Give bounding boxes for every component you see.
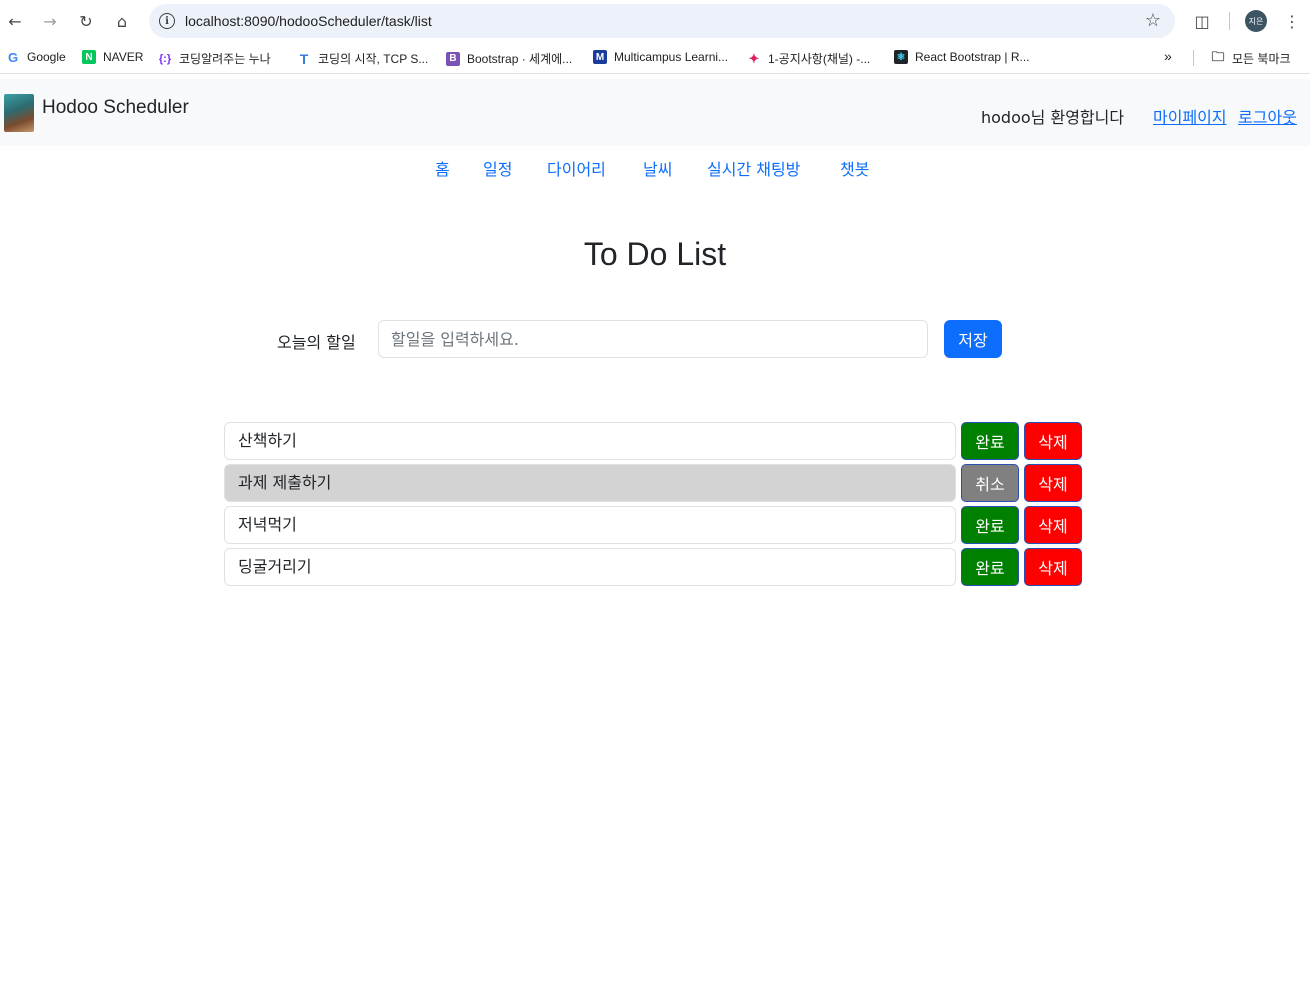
back-icon[interactable]: ← (3, 9, 27, 33)
bookmark-label: 모든 북마크 (1232, 52, 1291, 66)
bookmark-label: 1-공지사항(채널) -... (768, 52, 871, 66)
bookmark-star-icon[interactable]: ☆ (1145, 10, 1161, 31)
complete-button[interactable]: 완료 (961, 548, 1019, 586)
bookmark-multicampus[interactable]: M Multicampus Learni... (593, 50, 728, 64)
task-text: 저녁먹기 (224, 506, 956, 544)
bookmark-label: NAVER (103, 50, 144, 64)
slack-icon: ✦ (748, 50, 760, 66)
bookmarks-divider (1193, 50, 1194, 66)
task-list: 산책하기 완료 삭제 과제 제출하기 취소 삭제 저녁먹기 완료 삭제 딩굴거리… (224, 422, 1082, 590)
browser-chrome: ← → ↻ ⌂ i localhost:8090/hodooScheduler/… (0, 0, 1310, 74)
all-bookmarks-folder[interactable]: 🗀 모든 북마크 (1211, 48, 1291, 67)
task-text-completed: 과제 제출하기 (224, 464, 956, 502)
task-row: 저녁먹기 완료 삭제 (224, 506, 1082, 544)
cancel-button[interactable]: 취소 (961, 464, 1019, 502)
delete-button[interactable]: 삭제 (1024, 422, 1082, 460)
delete-button[interactable]: 삭제 (1024, 548, 1082, 586)
bookmark-label: 코딩의 시작, TCP S... (318, 52, 429, 66)
bookmark-label: React Bootstrap | R... (915, 50, 1030, 64)
bookmark-label: Multicampus Learni... (614, 50, 729, 64)
bookmark-coding-nuna[interactable]: {:} 코딩알려주는 누나 (158, 50, 271, 67)
naver-icon: N (82, 50, 96, 64)
bookmark-naver[interactable]: N NAVER (82, 50, 143, 64)
extensions-icon[interactable]: ◫ (1190, 9, 1214, 33)
brand-logo[interactable] (4, 94, 34, 132)
task-text: 딩굴거리기 (224, 548, 956, 586)
menu-kebab-icon[interactable]: ⋮ (1280, 9, 1304, 33)
bookmark-react-bootstrap[interactable]: ⚛ React Bootstrap | R... (894, 50, 1030, 64)
bookmark-slack-notice[interactable]: ✦ 1-공지사항(채널) -... (747, 50, 871, 67)
browser-toolbar: ← → ↻ ⌂ i localhost:8090/hodooScheduler/… (0, 0, 1310, 42)
logout-link[interactable]: 로그아웃 (1238, 104, 1297, 128)
delete-button[interactable]: 삭제 (1024, 506, 1082, 544)
bookmark-bootstrap[interactable]: B Bootstrap · 세계에... (446, 50, 572, 67)
complete-button[interactable]: 완료 (961, 506, 1019, 544)
code-bracket-icon: {:} (158, 52, 172, 65)
site-header: Hodoo Scheduler hodoo님 환영합니다 마이페이지 로그아웃 (0, 79, 1310, 146)
main-nav: 홈 일정 다이어리 날씨 실시간 채팅방 챗봇 (0, 156, 1310, 180)
site-info-icon[interactable]: i (159, 13, 175, 29)
bookmark-label: Bootstrap · 세계에... (467, 52, 573, 66)
task-input-label: 오늘의 할일 (277, 333, 356, 352)
task-row: 산책하기 완료 삭제 (224, 422, 1082, 460)
save-button[interactable]: 저장 (944, 320, 1002, 358)
google-icon: G (7, 49, 19, 65)
t-letter-icon: T (299, 50, 309, 67)
page-title: To Do List (583, 236, 727, 272)
complete-button[interactable]: 완료 (961, 422, 1019, 460)
bookmark-google[interactable]: G Google (6, 49, 66, 65)
task-input[interactable] (378, 320, 928, 358)
bookmark-tcp-school[interactable]: T 코딩의 시작, TCP S... (297, 50, 429, 67)
bookmark-label: Google (27, 50, 66, 64)
multicampus-icon: M (593, 50, 607, 64)
bookmark-label: 코딩알려주는 누나 (179, 52, 271, 66)
bootstrap-icon: B (446, 51, 460, 66)
welcome-text: hodoo님 환영합니다 (981, 108, 1125, 127)
profile-avatar[interactable]: 지은 (1245, 10, 1267, 32)
forward-icon[interactable]: → (38, 9, 62, 33)
more-bookmarks-icon[interactable]: » (1164, 48, 1172, 64)
task-text: 산책하기 (224, 422, 956, 460)
nav-schedule[interactable]: 일정 (483, 156, 512, 180)
nav-home[interactable]: 홈 (435, 156, 450, 180)
task-row: 딩굴거리기 완료 삭제 (224, 548, 1082, 586)
folder-icon: 🗀 (1211, 48, 1225, 64)
reload-icon[interactable]: ↻ (74, 9, 98, 33)
react-bootstrap-icon: ⚛ (894, 50, 908, 64)
address-bar[interactable]: i localhost:8090/hodooScheduler/task/lis… (149, 4, 1175, 38)
task-row: 과제 제출하기 취소 삭제 (224, 464, 1082, 502)
nav-weather[interactable]: 날씨 (643, 156, 672, 180)
nav-diary[interactable]: 다이어리 (547, 156, 606, 180)
mypage-link[interactable]: 마이페이지 (1153, 104, 1227, 128)
brand-name[interactable]: Hodoo Scheduler (42, 97, 189, 119)
delete-button[interactable]: 삭제 (1024, 464, 1082, 502)
toolbar-divider (1229, 12, 1230, 30)
nav-chatbot[interactable]: 챗봇 (840, 156, 869, 180)
nav-chat-room[interactable]: 실시간 채팅방 (707, 156, 800, 180)
bookmarks-bar: G Google N NAVER {:} 코딩알려주는 누나 T 코딩의 시작,… (0, 42, 1310, 74)
address-url[interactable]: localhost:8090/hodooScheduler/task/list (185, 13, 432, 29)
home-icon[interactable]: ⌂ (110, 9, 134, 33)
